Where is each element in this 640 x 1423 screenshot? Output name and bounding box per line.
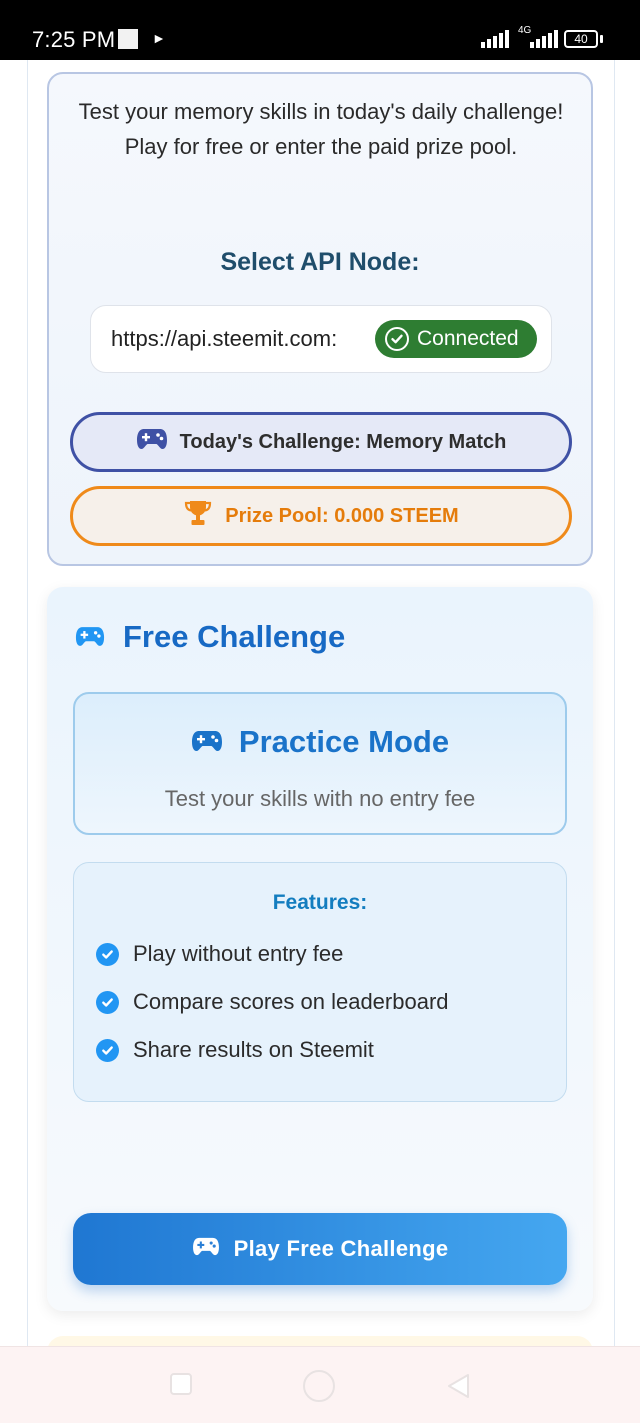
- signal-strength-icon-2: [530, 30, 558, 48]
- play-button-label: Play Free Challenge: [233, 1236, 449, 1261]
- feature-item: Play without entry fee: [96, 941, 343, 967]
- check-circle-icon: [385, 327, 409, 351]
- play-store-icon: ►: [152, 30, 166, 46]
- notification-square-icon: [118, 29, 138, 49]
- practice-mode-title: Practice Mode: [75, 724, 565, 760]
- navigation-bar: [0, 1346, 640, 1423]
- feature-item: Share results on Steemit: [96, 1037, 374, 1063]
- api-node-title: Select API Node:: [220, 248, 420, 276]
- free-challenge-title: Free Challenge: [123, 619, 346, 654]
- features-box: Features: Play without entry fee Compare…: [73, 862, 567, 1102]
- connection-status-text: Connected: [417, 327, 519, 350]
- prize-pool-label: Prize Pool: 0.000 STEEM: [225, 504, 459, 527]
- practice-mode-box: Practice Mode Test your skills with no e…: [73, 692, 567, 835]
- signal-strength-icon: [481, 30, 509, 48]
- feature-item: Compare scores on leaderboard: [96, 989, 449, 1015]
- prize-pool-badge: Prize Pool: 0.000 STEEM: [70, 486, 572, 546]
- check-circle-icon: [96, 942, 119, 966]
- battery-level: 40: [574, 32, 588, 46]
- feature-text: Play without entry fee: [133, 941, 344, 966]
- feature-text: Share results on Steemit: [133, 1037, 374, 1062]
- todays-challenge-label: Today's Challenge: Memory Match: [179, 430, 507, 453]
- play-free-challenge-button[interactable]: Play Free Challenge: [73, 1213, 567, 1285]
- api-node-url: https://api.steemit.com:: [111, 326, 338, 351]
- battery-nub: [600, 35, 603, 43]
- trophy-icon: [183, 498, 213, 534]
- back-icon[interactable]: [446, 1373, 470, 1404]
- gamepad-icon: [75, 619, 105, 655]
- gamepad-icon: [191, 724, 223, 760]
- gamepad-icon: [136, 428, 168, 456]
- gamepad-icon: [192, 1236, 220, 1262]
- home-icon[interactable]: [303, 1370, 335, 1402]
- connection-status-badge: Connected: [375, 320, 537, 358]
- practice-mode-label: Practice Mode: [238, 724, 450, 759]
- intro-text: Test your memory skills in today's daily…: [78, 99, 564, 159]
- recent-apps-icon[interactable]: [170, 1373, 192, 1395]
- free-challenge-card: Free Challenge Practice Mode Test your s…: [47, 587, 593, 1311]
- features-title: Features:: [272, 891, 368, 914]
- status-time: 7:25 PM: [32, 27, 116, 52]
- todays-challenge-badge: Today's Challenge: Memory Match: [70, 412, 572, 472]
- info-card: Test your memory skills in today's daily…: [47, 72, 593, 566]
- status-bar: 7:25 PM ► 4G 40: [0, 0, 640, 60]
- battery-icon: 40: [564, 30, 598, 48]
- check-circle-icon: [96, 990, 119, 1014]
- practice-mode-description: Test your skills with no entry fee: [164, 786, 476, 811]
- feature-text: Compare scores on leaderboard: [133, 989, 449, 1014]
- free-challenge-heading: Free Challenge: [75, 619, 345, 655]
- api-node-selector[interactable]: https://api.steemit.com: Connected: [90, 305, 552, 373]
- check-circle-icon: [96, 1038, 119, 1062]
